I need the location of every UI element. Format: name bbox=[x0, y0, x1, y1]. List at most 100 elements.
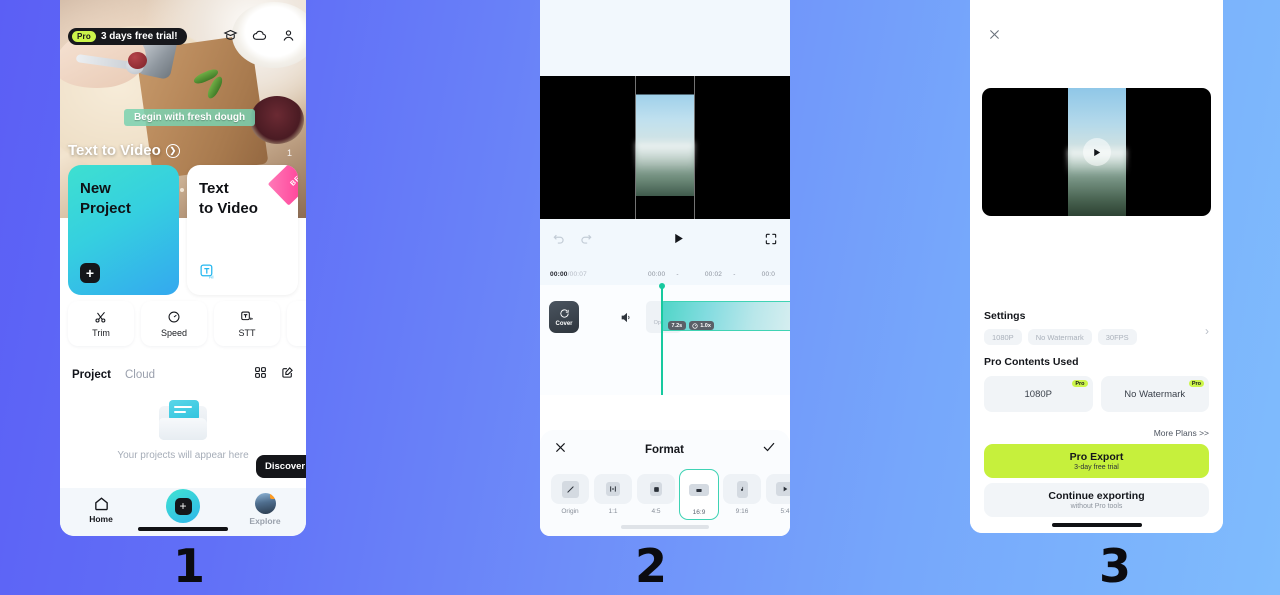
create-button-wrap: + bbox=[153, 489, 213, 523]
tab-cloud[interactable]: Cloud bbox=[125, 369, 155, 381]
format-1-1-icon bbox=[594, 474, 632, 504]
speedometer-icon bbox=[168, 311, 180, 322]
continue-exporting-title: Continue exporting bbox=[1048, 490, 1145, 502]
tool-trim-label: Trim bbox=[92, 327, 110, 338]
empty-folder-icon bbox=[159, 400, 207, 440]
editor-video-preview[interactable] bbox=[540, 75, 790, 220]
format-16-9-label: 16:9 bbox=[692, 509, 706, 516]
format-16-9-icon bbox=[680, 475, 718, 505]
svg-text:AI: AI bbox=[209, 275, 214, 280]
tab-home[interactable]: Home bbox=[71, 495, 131, 524]
format-4-5-label: 4:5 bbox=[651, 508, 661, 515]
pro-export-subtitle: 3-day free trial bbox=[1074, 464, 1119, 471]
hero-label-text: Text to Video bbox=[68, 142, 161, 159]
graduation-cap-icon[interactable] bbox=[223, 28, 238, 43]
hero-header-icons bbox=[223, 28, 296, 43]
settings-chip-fps[interactable]: 30FPS bbox=[1097, 329, 1137, 345]
hero-page-indicator: 1 bbox=[286, 148, 292, 158]
tool-trim[interactable]: Trim bbox=[68, 301, 134, 346]
tab-explore[interactable]: Explore bbox=[235, 492, 295, 526]
step-number-1: 1 bbox=[172, 539, 205, 593]
settings-chip-watermark[interactable]: No Watermark bbox=[1027, 329, 1092, 345]
grid-icon[interactable] bbox=[254, 366, 267, 384]
new-project-title-2: Project bbox=[80, 200, 131, 218]
tab-project[interactable]: Project bbox=[72, 369, 111, 381]
settings-title: Settings bbox=[984, 310, 1026, 322]
editor-controls bbox=[540, 219, 790, 263]
tool-speed[interactable]: Speed bbox=[141, 301, 207, 346]
format-option-5-4[interactable]: 5:4 bbox=[765, 469, 790, 518]
plus-icon[interactable]: + bbox=[80, 263, 100, 283]
arrow-right-icon: ❯ bbox=[165, 143, 180, 158]
tick-0: 00:00 bbox=[648, 270, 666, 278]
phone-screen-1: Pro 3 days free trial! Begin with fresh … bbox=[60, 0, 306, 536]
more-plans-link[interactable]: More Plans >> bbox=[1154, 428, 1209, 438]
discover-tooltip[interactable]: Discover more functions bbox=[256, 455, 306, 478]
edit-icon[interactable] bbox=[281, 366, 294, 384]
pro-contents-title: Pro Contents Used bbox=[984, 356, 1079, 368]
text-to-video-title-1: Text bbox=[199, 180, 229, 197]
video-caption: Begin with fresh dough bbox=[124, 109, 256, 126]
text-to-video-card[interactable]: BETA Text to Video AI bbox=[187, 165, 298, 295]
pro-badge: Pro bbox=[1188, 380, 1204, 387]
format-option-9-16[interactable]: 9:16 bbox=[722, 469, 762, 518]
check-icon[interactable] bbox=[762, 440, 776, 459]
explore-avatar-icon bbox=[254, 492, 276, 514]
fullscreen-icon[interactable] bbox=[764, 232, 778, 251]
editor-top-space bbox=[540, 0, 790, 76]
clip-speed-value: 1.0x bbox=[700, 322, 711, 329]
new-project-card[interactable]: New Project + bbox=[68, 165, 179, 295]
format-sheet-title: Format bbox=[645, 443, 684, 456]
timeline-track[interactable]: Cover + Opening 7.2s 1.0x bbox=[540, 283, 790, 395]
tick-2: 00:02 bbox=[704, 270, 723, 278]
tool-ai-sticker[interactable]: AI St bbox=[287, 301, 306, 346]
format-option-16-9[interactable]: 16:9 bbox=[679, 469, 719, 520]
person-icon[interactable] bbox=[281, 28, 296, 43]
format-origin-label: Origin bbox=[561, 508, 579, 515]
undo-icon[interactable] bbox=[552, 232, 566, 251]
tick-4: 00:0 bbox=[761, 270, 776, 278]
close-icon[interactable] bbox=[988, 28, 1001, 46]
home-icon bbox=[94, 496, 108, 510]
export-video-preview[interactable] bbox=[982, 88, 1211, 216]
tool-stt-label: STT bbox=[238, 327, 256, 338]
projects-panel-header: Project Cloud bbox=[60, 356, 306, 392]
settings-chip-resolution[interactable]: 1080P bbox=[984, 329, 1022, 345]
pro-trial-text: 3 days free trial! bbox=[100, 31, 178, 42]
format-option-origin[interactable]: Origin bbox=[550, 469, 590, 518]
format-option-1-1[interactable]: 1:1 bbox=[593, 469, 633, 518]
cloud-icon[interactable] bbox=[252, 28, 267, 43]
timeline-playhead[interactable] bbox=[659, 283, 665, 395]
pro-trial-banner[interactable]: Pro 3 days free trial! bbox=[68, 28, 187, 45]
play-icon[interactable] bbox=[1082, 138, 1111, 166]
continue-exporting-button[interactable]: Continue exporting without Pro tools bbox=[984, 483, 1209, 517]
home-indicator bbox=[1051, 523, 1142, 527]
speaker-icon[interactable] bbox=[620, 311, 633, 329]
format-5-4-label: 5:4 bbox=[780, 508, 790, 515]
pro-export-button[interactable]: Pro Export 3-day free trial bbox=[984, 444, 1209, 478]
pro-contents-section: Pro Contents Used Pro 1080P Pro No Water… bbox=[984, 356, 1209, 412]
clip-speed-chip: 1.0x bbox=[688, 321, 715, 330]
redo-icon[interactable] bbox=[579, 232, 593, 251]
text-to-video-hero-label[interactable]: Text to Video ❯ bbox=[68, 142, 180, 159]
tab-explore-label: Explore bbox=[249, 515, 281, 526]
phone-screen-3: Settings 1080P No Watermark 30FPS › Pro … bbox=[970, 0, 1223, 533]
chevron-right-icon[interactable]: › bbox=[1205, 324, 1209, 338]
tool-stt[interactable]: STT bbox=[214, 301, 280, 346]
play-icon[interactable] bbox=[672, 232, 685, 250]
pro-card-1080p-label: 1080P bbox=[1024, 388, 1052, 400]
close-icon[interactable] bbox=[554, 441, 567, 459]
create-fab-icon[interactable]: + bbox=[166, 489, 200, 523]
home-indicator bbox=[621, 525, 709, 529]
pro-card-1080p[interactable]: Pro 1080P bbox=[984, 376, 1093, 412]
tool-speed-label: Speed bbox=[160, 327, 188, 338]
pro-badge: Pro bbox=[72, 31, 96, 42]
format-origin-icon bbox=[551, 474, 589, 504]
phone-screen-2: 00:00/00:07 00:00 - 00:02 - 00:0 Cover +… bbox=[540, 0, 790, 536]
format-option-4-5[interactable]: 4:5 bbox=[636, 469, 676, 518]
scissors-icon bbox=[95, 311, 106, 323]
pro-card-no-watermark[interactable]: Pro No Watermark bbox=[1100, 376, 1209, 412]
empty-projects-state: Your projects will appear here bbox=[60, 400, 306, 461]
cover-thumbnail[interactable]: Cover bbox=[549, 301, 579, 333]
pro-badge: Pro bbox=[1072, 380, 1088, 387]
